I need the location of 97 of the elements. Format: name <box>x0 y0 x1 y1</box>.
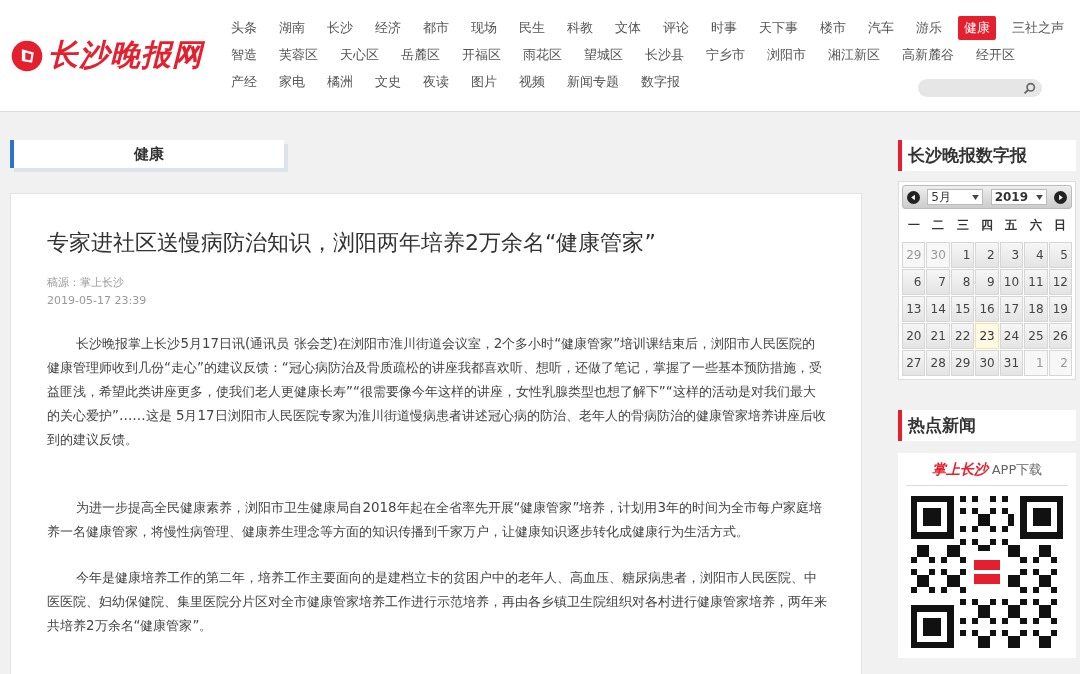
calendar-day[interactable]: 24 <box>999 323 1024 349</box>
nav-link[interactable]: 经济 <box>369 16 407 40</box>
calendar-day[interactable]: 31 <box>999 350 1024 376</box>
calendar-day[interactable]: 23 <box>975 323 999 349</box>
nav-link[interactable]: 天心区 <box>334 43 385 67</box>
nav-link[interactable]: 楼市 <box>814 16 852 40</box>
calendar-day[interactable]: 3 <box>999 242 1024 268</box>
sidebar-heading: 长沙晚报数字报 <box>898 140 1076 171</box>
nav-link[interactable]: 数字报 <box>635 70 686 94</box>
calendar-day[interactable]: 11 <box>1024 269 1048 295</box>
calendar-day[interactable]: 1 <box>950 242 975 268</box>
nav-link[interactable]: 开福区 <box>456 43 507 67</box>
nav-link[interactable]: 夜读 <box>417 70 455 94</box>
nav-link[interactable]: 三社之声 <box>1006 16 1070 40</box>
calendar-day[interactable]: 12 <box>1048 269 1072 295</box>
nav-link[interactable]: 文史 <box>369 70 407 94</box>
calendar-day[interactable]: 19 <box>1048 296 1072 322</box>
nav-link[interactable]: 橘洲 <box>321 70 359 94</box>
article-source: 稿源：掌上长沙 <box>47 275 125 291</box>
nav-link[interactable]: 评论 <box>657 16 695 40</box>
nav-link[interactable]: 望城区 <box>578 43 629 67</box>
calendar-day[interactable]: 17 <box>999 296 1024 322</box>
nav-link[interactable]: 芙蓉区 <box>273 43 324 67</box>
weekday-label: 五 <box>1004 217 1019 234</box>
nav-link[interactable]: 长沙 <box>321 16 359 40</box>
nav-link[interactable]: 高新麓谷 <box>896 43 960 67</box>
nav-link[interactable]: 时事 <box>705 16 743 40</box>
calendar-day[interactable]: 22 <box>950 323 975 349</box>
nav-link[interactable]: 湘江新区 <box>822 43 886 67</box>
app-brand-text: 掌上长沙 <box>931 461 988 479</box>
nav-link[interactable]: 宁乡市 <box>700 43 751 67</box>
calendar-day[interactable]: 16 <box>975 296 999 322</box>
nav-link[interactable]: 民生 <box>513 16 551 40</box>
weekday-label: 日 <box>1052 217 1067 234</box>
article-paragraph: 今年是健康培养工作的第二年，培养工作主要面向的是建档立卡的贫困户中的老年人、高血压、糖尿病患者，浏阳市人民医院、中医医院、妇幼保健院、集里医院分片区对全市健康管家培养工作进行示范培养，再由各乡镇卫生院组织对各村进行健康管家培养，两年来共培养2万余名“健康管家”。 <box>47 569 827 635</box>
weekday-label: 二 <box>931 217 946 234</box>
month-select[interactable]: 5月 <box>927 189 984 205</box>
calendar-day[interactable]: 28 <box>926 350 950 376</box>
nav-link[interactable]: 智造 <box>225 43 263 67</box>
calendar-day[interactable]: 5 <box>1048 242 1072 268</box>
site-logo-text[interactable]: 长沙晚报网 <box>48 35 203 76</box>
calendar-day[interactable]: 26 <box>1048 323 1072 349</box>
article-title: 专家进社区送慢病防治知识，浏阳两年培养2万余名“健康管家” <box>47 229 657 257</box>
nav-link[interactable]: 现场 <box>465 16 503 40</box>
nav-link[interactable]: 图片 <box>465 70 503 94</box>
calendar-day[interactable]: 13 <box>902 296 926 322</box>
weekday-label: 四 <box>980 217 994 234</box>
weekday-label: 一 <box>907 217 922 234</box>
previous-month-icon[interactable] <box>907 190 920 204</box>
calendar-day[interactable]: 14 <box>926 296 950 322</box>
nav-link[interactable]: 经开区 <box>970 43 1021 67</box>
calendar-day[interactable]: 18 <box>1024 296 1048 322</box>
caret-icon[interactable] <box>1035 194 1043 200</box>
nav-link[interactable]: 雨花区 <box>517 43 568 67</box>
calendar-day[interactable]: 7 <box>926 269 950 295</box>
nav-link[interactable]: 头条 <box>225 16 263 40</box>
calendar-day[interactable]: 6 <box>902 269 926 295</box>
nav-link[interactable]: 文体 <box>609 16 647 40</box>
search-icon[interactable] <box>1023 81 1036 95</box>
article-paragraph: 为进一步提高全民健康素养，浏阳市卫生健康局自2018年起在全省率先开展“健康管家”培养，计划用3年的时间为全市每户家庭培养一名健康管家，将慢性病管理、健康养生理念等方面的知识传播到千家万户，让健康知识逐步转化成健康行为生活方式。 <box>47 499 823 541</box>
search-field[interactable] <box>918 79 1042 97</box>
calendar-day[interactable]: 2 <box>975 242 999 268</box>
calendar-day[interactable]: 10 <box>999 269 1024 295</box>
sidebar-heading: 热点新闻 <box>898 410 1076 441</box>
nav-link[interactable]: 家电 <box>273 70 311 94</box>
calendar-day[interactable]: 8 <box>950 269 975 295</box>
nav-link[interactable]: 新闻专题 <box>561 70 625 94</box>
calendar-day[interactable]: 29 <box>950 350 975 376</box>
calendar-day[interactable]: 27 <box>902 350 926 376</box>
calendar-day[interactable]: 15 <box>950 296 975 322</box>
calendar-day[interactable]: 25 <box>1024 323 1048 349</box>
nav-link[interactable]: 科教 <box>561 16 599 40</box>
next-month-icon[interactable] <box>1054 190 1067 204</box>
nav-link[interactable]: 汽车 <box>862 16 900 40</box>
logo-icon <box>10 38 44 73</box>
weekday-label: 三 <box>955 217 970 234</box>
nav-link[interactable]: 产经 <box>225 70 263 94</box>
nav-link[interactable]: 天下事 <box>753 16 804 40</box>
nav-link[interactable]: 长沙县 <box>639 43 690 67</box>
article-paragraph: 长沙晚报掌上长沙5月17日讯(通讯员 张会芝)在浏阳市淮川街道会议室，2个多小时“健康管家”培训课结束后，浏阳市人民医院的健康管理师收到几份“走心”的建议反馈：“冠心病防治及骨质疏松的讲座我都喜欢听、想听，还做了笔记，掌握了一些基本预防措施，受益匪浅，希望此类讲座更多，使我们老人更健康长寿”“很需要像今年这样的讲座，女性乳腺类型也想了解下”“这样的活动是对我们最大的关心爱护”……这是 5月17日浏阳市人民医院专家为淮川街道慢病患者讲述冠心病的防治、老年人的骨病防治的健康管家培养讲座后收到的建议反馈。 <box>47 335 827 449</box>
article-date: 2019-05-17 23:39 <box>47 293 148 309</box>
calendar-day[interactable]: 21 <box>926 323 950 349</box>
app-download-text: APP下载 <box>991 461 1043 479</box>
nav-link[interactable]: 游乐 <box>910 16 948 40</box>
weekday-label: 六 <box>1028 217 1043 234</box>
year-select[interactable]: 2019 <box>990 189 1047 205</box>
calendar-day[interactable]: 30 <box>975 350 999 376</box>
caret-icon[interactable] <box>972 194 980 200</box>
nav-link[interactable]: 视频 <box>513 70 551 94</box>
nav-link[interactable]: 湖南 <box>273 16 311 40</box>
nav-link[interactable]: 浏阳市 <box>761 43 812 67</box>
nav-link[interactable]: 岳麓区 <box>395 43 446 67</box>
calendar-day[interactable]: 9 <box>975 269 999 295</box>
calendar-day[interactable]: 4 <box>1024 242 1048 268</box>
nav-link[interactable]: 健康 <box>958 16 996 40</box>
nav-link[interactable]: 都市 <box>417 16 455 40</box>
calendar-day[interactable]: 20 <box>902 323 926 349</box>
